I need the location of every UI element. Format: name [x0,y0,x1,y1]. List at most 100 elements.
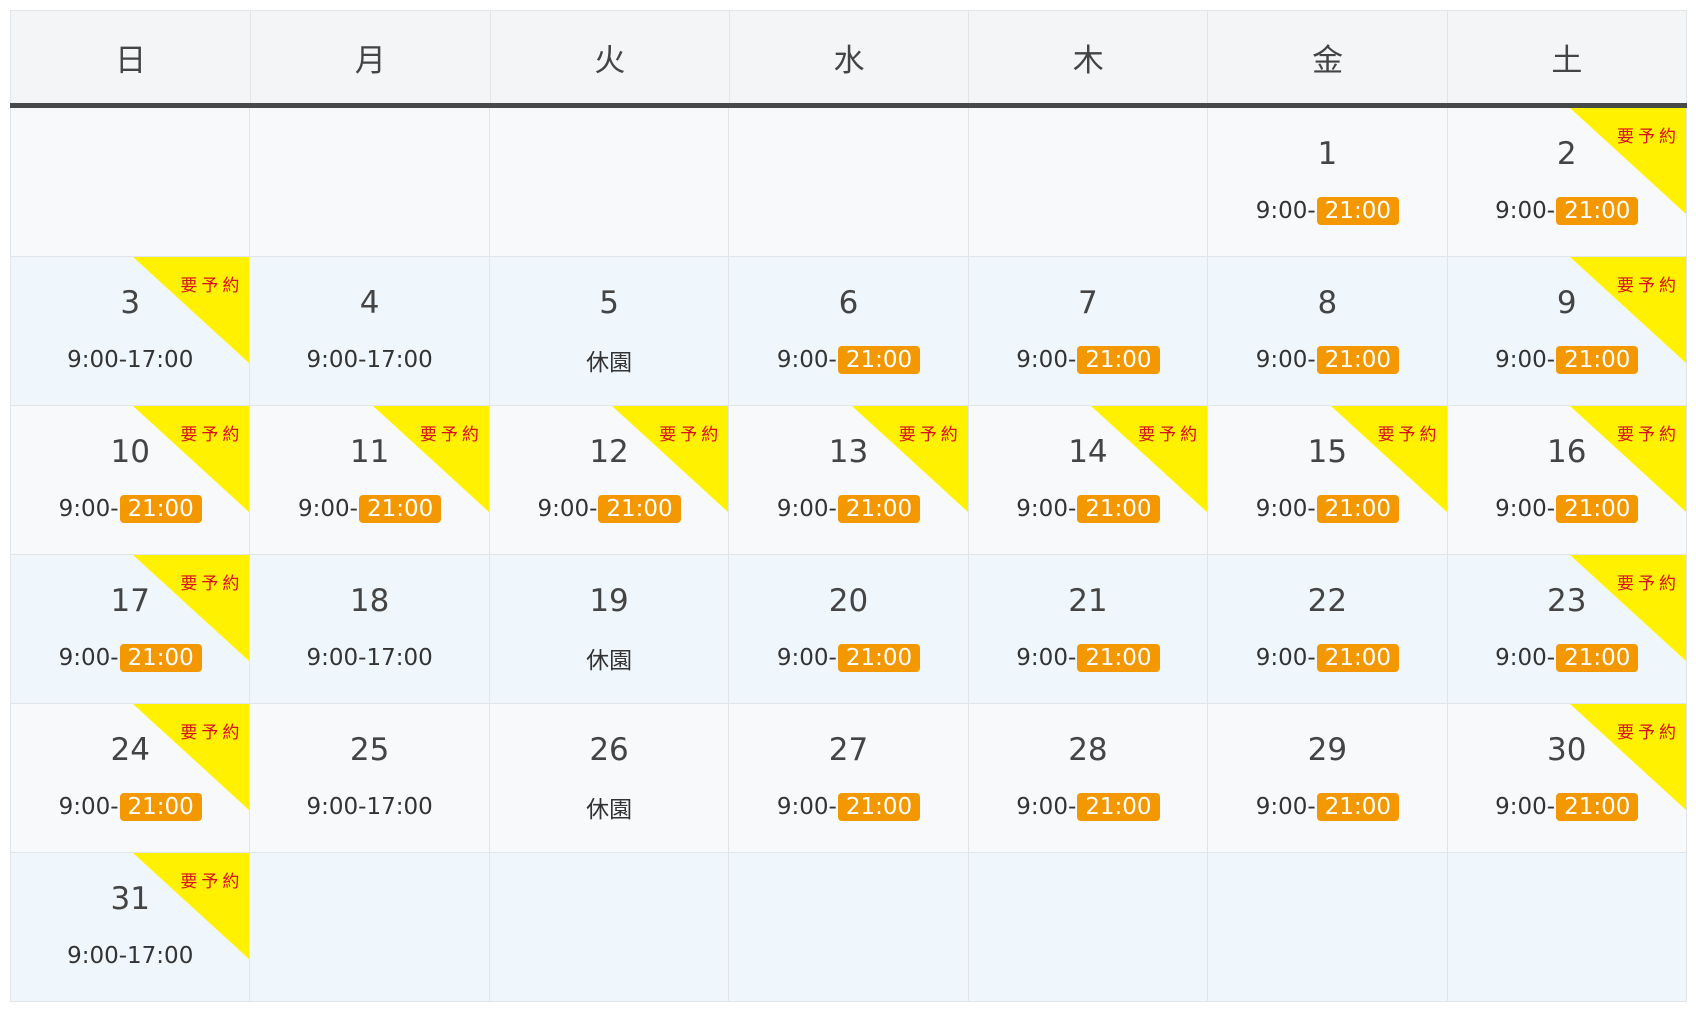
weekday-thursday: 木 [968,11,1207,103]
hours-start: 9:00- [1016,645,1077,671]
hours-start: 9:00- [1495,198,1556,224]
opening-hours: 9:00- 21:00 [11,491,249,527]
opening-hours: 9:00- 21:00 [729,789,967,825]
day-cell[interactable]: 要予約 14 9:00- 21:00 [968,406,1209,555]
day-cell[interactable]: 要予約 3 9:00-17:00 [11,257,251,406]
day-cell[interactable]: 要予約 30 9:00- 21:00 [1447,704,1687,853]
opening-hours: 9:00- 21:00 [11,789,249,825]
hours-start: 9:00- [1016,496,1077,522]
day-number: 3 [120,285,141,321]
night-closing-badge: 21:00 [1316,793,1399,821]
day-cell[interactable]: 4 9:00-17:00 [250,257,490,406]
day-cell[interactable]: 25 9:00-17:00 [250,704,490,853]
opening-hours: 9:00- 21:00 [1208,193,1446,229]
opening-hours: 9:00- 21:00 [729,491,967,527]
night-closing-badge: 21:00 [1077,495,1160,523]
day-cell[interactable]: 要予約 15 9:00- 21:00 [1208,406,1448,555]
empty-day-cell [968,108,1209,257]
day-cell[interactable]: 要予約 23 9:00- 21:00 [1447,555,1687,704]
day-number: 16 [1547,434,1587,470]
day-cell[interactable]: 要予約 17 9:00- 21:00 [11,555,251,704]
hours-start: 9:00- [1255,645,1316,671]
day-cell[interactable]: 要予約 9 9:00- 21:00 [1447,257,1687,406]
hours-start: 9:00- [1255,198,1316,224]
night-closing-badge: 21:00 [1316,346,1399,374]
day-cell[interactable]: 20 9:00- 21:00 [729,555,969,704]
empty-day-cell [250,108,490,257]
weekday-friday: 金 [1207,11,1446,103]
day-cell[interactable]: 1 9:00- 21:00 [1208,108,1448,257]
day-cell[interactable]: 22 9:00- 21:00 [1208,555,1448,704]
opening-hours: 9:00- 21:00 [969,640,1207,676]
day-cell[interactable]: 要予約 2 9:00- 21:00 [1447,108,1687,257]
hours-start: 9:00- [1495,794,1556,820]
day-cell[interactable]: 要予約 13 9:00- 21:00 [729,406,969,555]
night-closing-badge: 21:00 [358,495,442,523]
night-closing-badge: 21:00 [119,644,202,672]
opening-hours: 9:00- 21:00 [729,640,967,676]
night-closing-badge: 21:00 [1556,495,1639,523]
opening-hours: 9:00- 21:00 [1208,491,1446,527]
day-cell[interactable]: 要予約 10 9:00- 21:00 [11,406,251,555]
day-number: 18 [349,583,390,619]
night-closing-badge: 21:00 [1556,644,1639,672]
opening-hours: 9:00- 21:00 [1448,640,1686,676]
day-cell[interactable]: 要予約 11 9:00- 21:00 [250,406,490,555]
day-number: 30 [1547,732,1587,768]
day-cell[interactable]: 26 休園 [489,704,730,853]
day-cell[interactable]: 要予約 31 9:00-17:00 [11,853,251,1002]
day-cell[interactable]: 8 9:00- 21:00 [1208,257,1448,406]
empty-day-cell [1208,853,1448,1002]
opening-hours: 9:00- 21:00 [250,491,488,527]
day-number: 19 [589,583,629,619]
night-closing-badge: 21:00 [1556,793,1639,821]
day-cell[interactable]: 6 9:00- 21:00 [729,257,969,406]
hours-start: 9:00- [1255,347,1316,373]
opening-hours: 9:00-17:00 [306,645,433,671]
closed-label: 休園 [586,648,633,674]
hours-start: 9:00- [776,347,837,373]
day-cell[interactable]: 18 9:00-17:00 [250,555,490,704]
day-cell[interactable]: 5 休園 [489,257,730,406]
night-closing-badge: 21:00 [1556,197,1639,225]
hours-start: 9:00- [776,645,837,671]
day-cell[interactable]: 要予約 12 9:00- 21:00 [489,406,730,555]
opening-hours: 9:00- 21:00 [11,640,249,676]
opening-hours: 9:00-17:00 [67,347,194,373]
day-cell[interactable]: 要予約 16 9:00- 21:00 [1447,406,1687,555]
opening-hours: 9:00- 21:00 [1208,789,1446,825]
opening-hours: 9:00-17:00 [306,794,433,820]
day-cell[interactable]: 7 9:00- 21:00 [968,257,1209,406]
day-number: 9 [1556,285,1577,321]
day-number: 15 [1307,434,1348,470]
day-number: 21 [1068,583,1108,619]
empty-day-cell [1447,853,1687,1002]
day-cell[interactable]: 要予約 24 9:00- 21:00 [11,704,251,853]
day-number: 22 [1307,583,1348,619]
night-closing-badge: 21:00 [1077,644,1160,672]
weekday-header: 日 月 火 水 木 金 土 [10,10,1687,103]
hours-start: 9:00- [58,794,119,820]
day-cell[interactable]: 27 9:00- 21:00 [729,704,969,853]
day-number: 31 [110,881,150,917]
hours-start: 9:00- [1016,347,1077,373]
hours-start: 9:00- [1016,794,1077,820]
weekday-monday: 月 [250,11,489,103]
day-number: 8 [1317,285,1338,321]
opening-hours: 9:00- 21:00 [729,342,967,378]
night-closing-badge: 21:00 [1316,197,1399,225]
day-number: 1 [1317,136,1338,172]
hours-start: 9:00- [1495,645,1556,671]
day-cell[interactable]: 19 休園 [489,555,730,704]
hours-start: 9:00- [58,645,119,671]
opening-hours: 9:00-17:00 [306,347,433,373]
opening-hours: 9:00- 21:00 [1208,342,1446,378]
day-number: 6 [838,285,859,321]
day-number: 4 [359,285,380,321]
day-number: 13 [828,434,869,470]
day-cell[interactable]: 28 9:00- 21:00 [968,704,1209,853]
night-closing-badge: 21:00 [119,793,202,821]
day-cell[interactable]: 21 9:00- 21:00 [968,555,1209,704]
opening-hours: 9:00- 21:00 [969,342,1207,378]
day-cell[interactable]: 29 9:00- 21:00 [1208,704,1448,853]
